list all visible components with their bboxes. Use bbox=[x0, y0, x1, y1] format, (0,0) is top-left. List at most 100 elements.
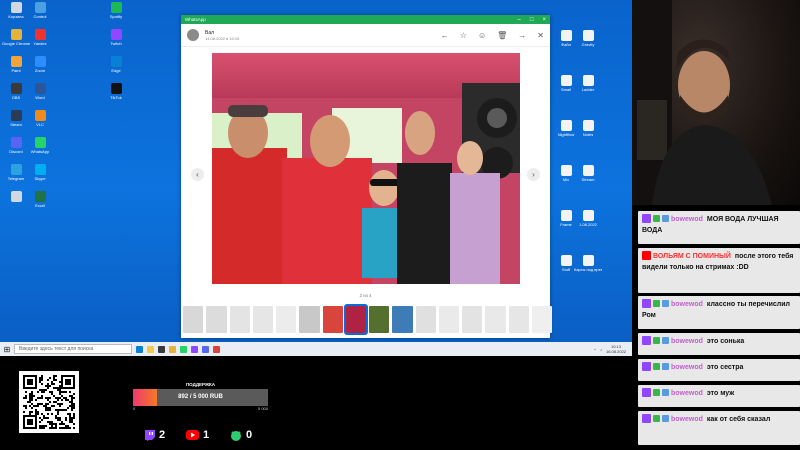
desktop-icon-label: TikTok bbox=[110, 95, 122, 100]
taskbar-twitch-icon[interactable] bbox=[191, 345, 198, 353]
chat-message: ВОЛЬЯМ С ПОМИНЫЙ после этого тебя видели … bbox=[638, 248, 800, 293]
app-icon bbox=[10, 191, 22, 202]
taskbar-chrome-icon[interactable] bbox=[169, 345, 176, 353]
thumbnail[interactable] bbox=[531, 306, 552, 333]
twitch-icon bbox=[642, 336, 651, 345]
youtube-icon bbox=[642, 251, 651, 260]
app-icon bbox=[110, 29, 122, 40]
thumbnail[interactable] bbox=[508, 306, 529, 333]
youtube-viewer-count: 1 bbox=[203, 429, 210, 441]
taskbar-search-input[interactable]: Введите здесь текст для поиска bbox=[14, 344, 132, 354]
delete-icon[interactable]: 🗑 bbox=[497, 31, 507, 40]
taskbar-discord-icon[interactable] bbox=[202, 345, 209, 353]
chat-message: bowewod классно ты перечислил Ром bbox=[638, 296, 800, 329]
thumbnail[interactable] bbox=[183, 306, 204, 333]
twitch-viewer-count: 2 bbox=[159, 429, 166, 441]
window-titlebar[interactable]: WhatsApp – □ × bbox=[181, 15, 550, 24]
app-icon bbox=[34, 137, 46, 148]
desktop-icon[interactable]: Notes bbox=[574, 120, 602, 137]
donation-progress-bar: 892 / 5 000 RUB bbox=[133, 389, 268, 406]
thumbnail[interactable] bbox=[343, 304, 369, 335]
desktop-icon[interactable]: Stream bbox=[574, 165, 602, 182]
badge-icon bbox=[662, 415, 669, 422]
chat-username[interactable]: bowewod bbox=[671, 364, 703, 371]
chat-username[interactable]: bowewod bbox=[671, 390, 703, 397]
photo bbox=[212, 53, 520, 284]
desktop-icon[interactable]: Control bbox=[26, 2, 54, 19]
thumbnail[interactable] bbox=[229, 306, 250, 333]
chat-username[interactable]: bowewod bbox=[671, 216, 703, 223]
badge-icon bbox=[653, 300, 660, 307]
previous-photo-button[interactable]: ‹ bbox=[191, 168, 204, 181]
desktop-icon[interactable]: Edge bbox=[102, 56, 130, 73]
desktop-icon[interactable]: Spotify bbox=[102, 2, 130, 19]
taskbar-app-icon[interactable] bbox=[213, 345, 220, 353]
taskbar-whatsapp-icon[interactable] bbox=[180, 345, 187, 353]
close-window-icon[interactable]: × bbox=[542, 17, 546, 23]
desktop-icon[interactable]: Карты под времени bbox=[574, 255, 602, 272]
desktop-icon-label: Control bbox=[33, 14, 47, 19]
close-viewer-icon[interactable]: ✕ bbox=[537, 31, 544, 40]
badge-icon bbox=[662, 215, 669, 222]
desktop-icon[interactable]: Ladder bbox=[574, 75, 602, 92]
desktop-icon[interactable]: Gravity bbox=[574, 30, 602, 47]
taskbar-edge-icon[interactable] bbox=[136, 345, 143, 353]
emoji-icon[interactable]: ☺ bbox=[478, 31, 486, 40]
desktop-icon[interactable]: Excel bbox=[26, 191, 54, 208]
forward-icon[interactable]: → bbox=[518, 31, 526, 40]
file-icon bbox=[582, 75, 594, 86]
go-to-message-icon[interactable]: ← bbox=[441, 31, 449, 40]
thumbnail[interactable] bbox=[392, 306, 413, 333]
desktop-icon-label: Skype bbox=[34, 176, 46, 181]
thumbnail[interactable] bbox=[438, 306, 459, 333]
chat-username[interactable]: bowewod bbox=[671, 301, 703, 308]
thumbnail[interactable] bbox=[206, 306, 227, 333]
viewer-header: Вал 14.08.2022 в 10:15 ← ☆ ☺ 🗑 → ✕ bbox=[181, 24, 550, 47]
desktop-icon[interactable]: WhatsApp bbox=[26, 137, 54, 154]
star-icon[interactable]: ☆ bbox=[460, 31, 467, 40]
windows-start-icon[interactable]: ⊞ bbox=[0, 342, 14, 356]
desktop-icon[interactable]: Word bbox=[26, 83, 54, 100]
desktop-icon[interactable]: Yandex bbox=[26, 29, 54, 46]
desktop-icon[interactable]: VLC bbox=[26, 110, 54, 127]
volume-icon[interactable]: ♪ bbox=[600, 347, 602, 352]
chat-message: bowewod это сестра bbox=[638, 359, 800, 381]
taskbar-obs-icon[interactable] bbox=[158, 345, 165, 353]
chat-username[interactable]: bowewod bbox=[671, 338, 703, 345]
desktop-icon[interactable]: 1.08.2022 bbox=[574, 210, 602, 227]
badge-icon bbox=[653, 363, 660, 370]
cat-platform-icon bbox=[231, 430, 241, 441]
desktop-icon[interactable]: Skype bbox=[26, 164, 54, 181]
thumbnail[interactable] bbox=[485, 306, 506, 333]
chat-username[interactable]: ВОЛЬЯМ С ПОМИНЫЙ bbox=[653, 253, 731, 260]
thumbnail[interactable] bbox=[299, 306, 320, 333]
chat-message: bowewod это муж bbox=[638, 385, 800, 407]
chat-message: bowewod как от себя сказал bbox=[638, 411, 800, 445]
youtube-icon bbox=[186, 430, 199, 440]
thumbnail[interactable] bbox=[252, 306, 273, 333]
thumbnail[interactable] bbox=[276, 306, 297, 333]
desktop-icon-label: 1.08.2022 bbox=[579, 222, 597, 227]
thumbnail[interactable] bbox=[415, 306, 436, 333]
thumbnail[interactable] bbox=[322, 306, 343, 333]
desktop-icon[interactable]: TikTok bbox=[102, 83, 130, 100]
thumbnail[interactable] bbox=[369, 306, 390, 333]
avatar[interactable] bbox=[187, 29, 199, 41]
desktop-icon[interactable]: Twitch bbox=[102, 29, 130, 46]
chat-username[interactable]: bowewod bbox=[671, 416, 703, 423]
clock[interactable]: 10:13 16.08.2022 bbox=[606, 344, 626, 354]
next-photo-button[interactable]: › bbox=[527, 168, 540, 181]
twitch-icon bbox=[642, 414, 651, 423]
taskbar-explorer-icon[interactable] bbox=[147, 345, 154, 353]
app-icon bbox=[10, 56, 22, 67]
minimize-icon[interactable]: – bbox=[518, 17, 521, 23]
sender-date: 14.08.2022 в 10:15 bbox=[205, 35, 240, 41]
desktop-icon[interactable]: Zoom bbox=[26, 56, 54, 73]
badge-icon bbox=[662, 300, 669, 307]
youtube-viewer-stat: 1 bbox=[186, 429, 209, 441]
thumbnail[interactable] bbox=[462, 306, 483, 333]
desktop-icon-label: Excel bbox=[35, 203, 45, 208]
maximize-icon[interactable]: □ bbox=[530, 17, 534, 23]
chevron-up-icon[interactable]: ^ bbox=[594, 347, 596, 352]
desktop-icon-label: Yandex bbox=[33, 41, 47, 46]
